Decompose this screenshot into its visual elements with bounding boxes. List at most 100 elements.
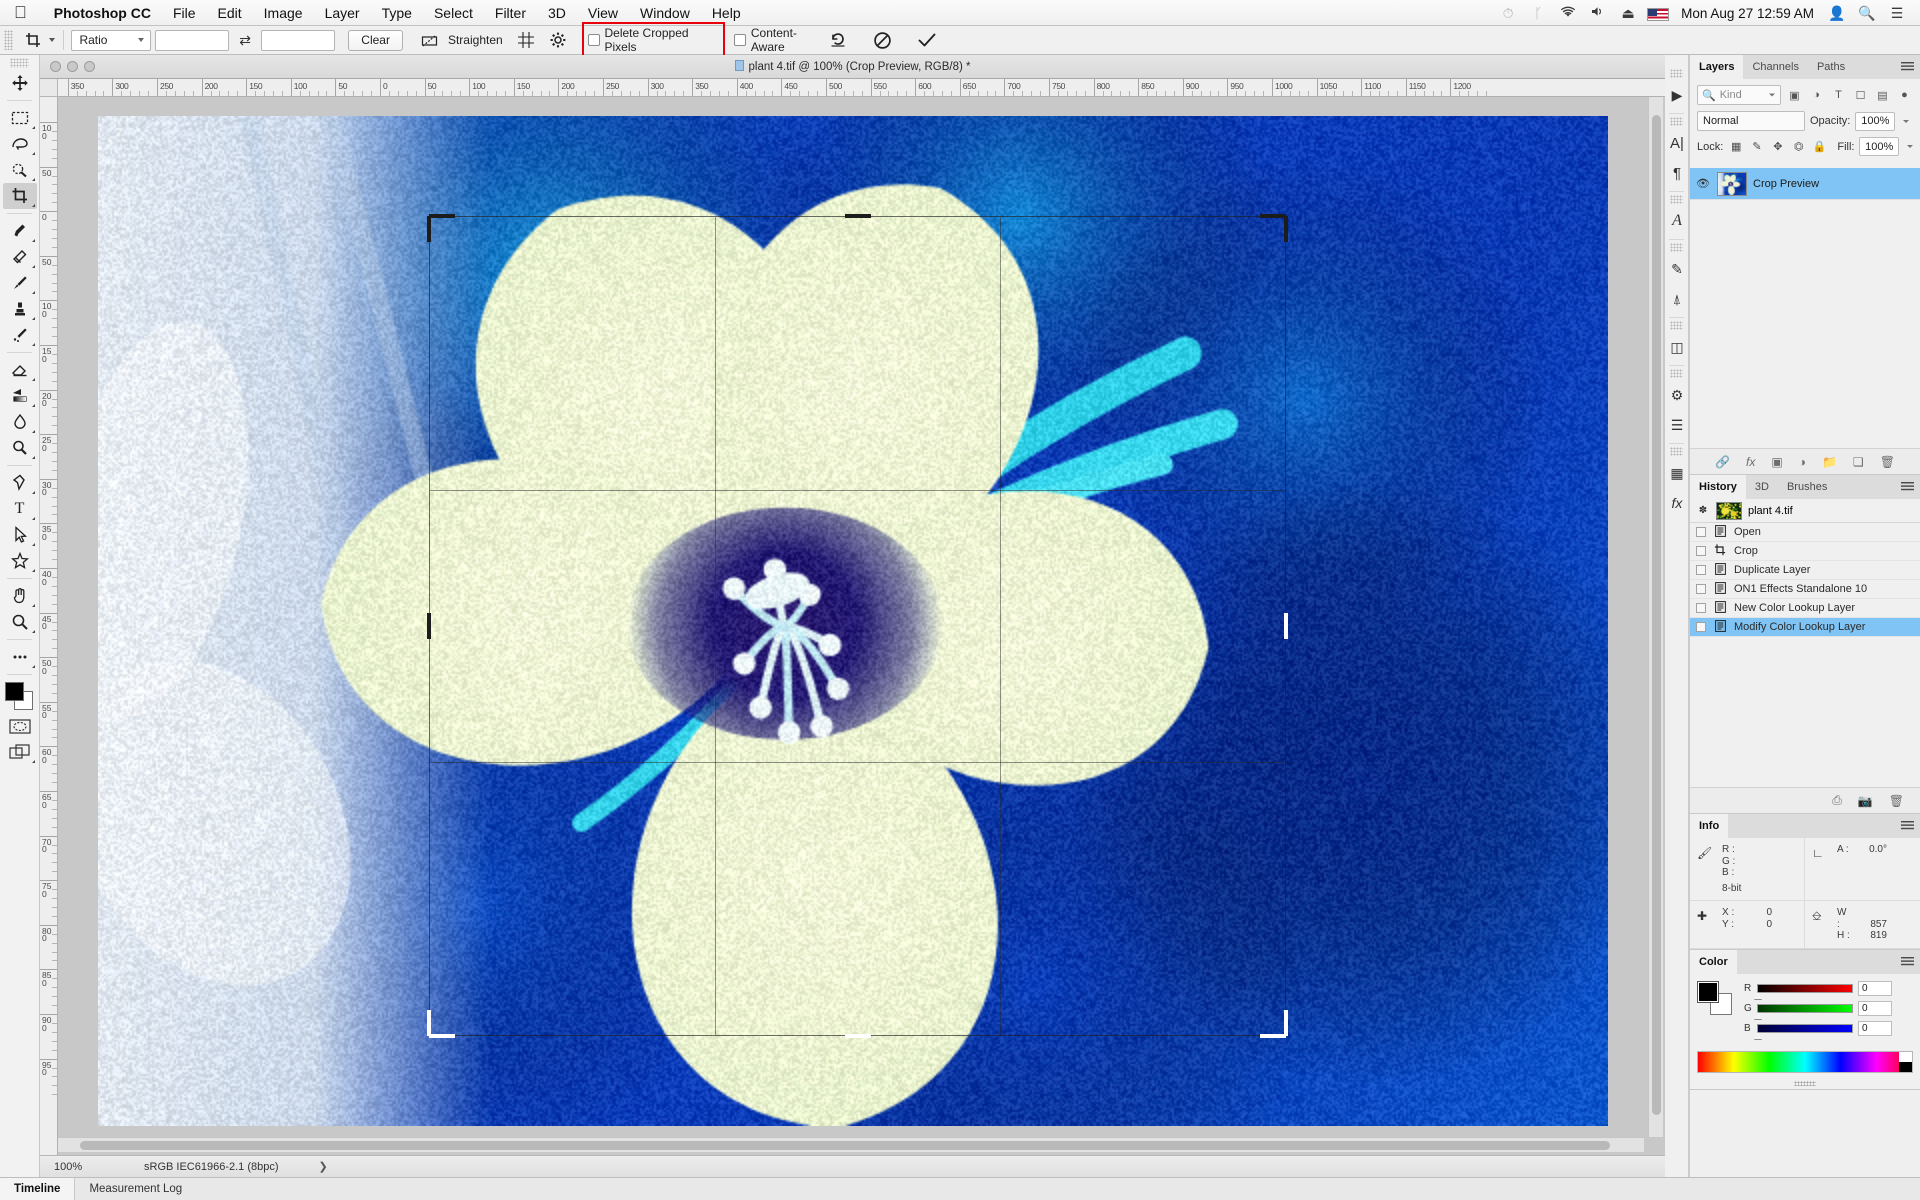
cancel-slash-icon[interactable] bbox=[870, 28, 896, 52]
list-item[interactable]: Duplicate Layer bbox=[1690, 561, 1920, 580]
crop-handle-right-center[interactable] bbox=[1284, 613, 1288, 639]
tab-measurement-log[interactable]: Measurement Log bbox=[75, 1178, 196, 1200]
tab-3d[interactable]: 3D bbox=[1746, 475, 1778, 499]
tab-paths[interactable]: Paths bbox=[1808, 55, 1854, 79]
document-tab[interactable]: plant 4.tif @ 100% (Crop Preview, RGB/8)… bbox=[40, 60, 1665, 73]
panel-menu-icon[interactable] bbox=[1901, 821, 1914, 831]
quick-selection-tool[interactable] bbox=[3, 157, 37, 183]
horizontal-ruler[interactable]: 3503002502001501005005010015020025030035… bbox=[58, 79, 1665, 97]
crop-tool[interactable] bbox=[3, 183, 37, 209]
vertical-scrollbar[interactable] bbox=[1648, 97, 1663, 1137]
slider-thumb[interactable] bbox=[1754, 1032, 1762, 1039]
delete-cropped-pixels-checkbox[interactable]: Delete Cropped Pixels bbox=[588, 26, 717, 54]
add-layer-mask-icon[interactable]: ▣ bbox=[1771, 455, 1782, 469]
shape-layer-filter-icon[interactable]: ☐ bbox=[1852, 86, 1869, 104]
reset-arrow-icon[interactable] bbox=[826, 28, 852, 52]
chevron-right-icon[interactable]: ❯ bbox=[279, 1160, 328, 1173]
pen-tool[interactable] bbox=[3, 470, 37, 496]
history-state-checkbox[interactable] bbox=[1696, 546, 1706, 556]
eraser-tool[interactable] bbox=[3, 357, 37, 383]
history-state-checkbox[interactable] bbox=[1696, 622, 1706, 632]
crop-handle-left-top[interactable] bbox=[427, 216, 431, 242]
menu-item-edit[interactable]: Edit bbox=[207, 0, 253, 26]
scrollbar-thumb[interactable] bbox=[1652, 115, 1661, 1115]
crop-handle-top-center[interactable] bbox=[845, 214, 871, 218]
crop-width-input[interactable] bbox=[155, 30, 229, 51]
crop-ratio-select[interactable]: Ratio bbox=[71, 30, 151, 51]
list-item[interactable]: New Color Lookup Layer bbox=[1690, 599, 1920, 618]
new-group-icon[interactable]: 📁 bbox=[1822, 455, 1837, 469]
layer-name[interactable]: Crop Preview bbox=[1753, 178, 1819, 190]
menubar-clock[interactable]: Mon Aug 27 12:59 AM bbox=[1673, 6, 1822, 21]
gear-icon[interactable] bbox=[546, 28, 571, 52]
menu-item-filter[interactable]: Filter bbox=[484, 0, 537, 26]
eyedropper-tool[interactable] bbox=[3, 218, 37, 244]
crop-handle-top-left[interactable] bbox=[429, 214, 455, 218]
layer-kind-filter[interactable]: 🔍 Kind bbox=[1697, 85, 1781, 105]
us-flag-icon[interactable] bbox=[1643, 0, 1673, 26]
clone-source-icon[interactable]: ⍋ bbox=[1665, 284, 1689, 314]
3d-panel-icon[interactable]: ◫ bbox=[1665, 332, 1689, 362]
bluetooth-icon[interactable]: ᚴ bbox=[1523, 0, 1553, 26]
channel-slider[interactable] bbox=[1757, 984, 1853, 993]
channel-value[interactable]: 0 bbox=[1858, 1001, 1892, 1016]
rectangular-marquee-tool[interactable] bbox=[3, 105, 37, 131]
slider-thumb[interactable] bbox=[1754, 992, 1762, 999]
history-snapshot-row[interactable]: ✽ plant 4.tif bbox=[1690, 499, 1920, 523]
table-row[interactable]: 👁 Crop Preview bbox=[1690, 168, 1920, 200]
menu-item-image[interactable]: Image bbox=[253, 0, 314, 26]
lock-transparency-icon[interactable]: ▦ bbox=[1728, 139, 1744, 155]
adjustments-icon[interactable]: ⚙ bbox=[1665, 380, 1689, 410]
crop-handle-bottom-left[interactable] bbox=[429, 1034, 455, 1038]
styles-fx-icon[interactable]: fx bbox=[1665, 488, 1689, 518]
edit-toolbar-tool[interactable] bbox=[3, 644, 37, 670]
delete-state-icon[interactable]: 🗑 bbox=[1889, 794, 1904, 808]
chevron-down-icon[interactable] bbox=[1907, 145, 1913, 148]
layer-fx-icon[interactable]: fx bbox=[1746, 455, 1755, 469]
menu-item-file[interactable]: File bbox=[162, 0, 207, 26]
panel-resize-grip[interactable] bbox=[1690, 1079, 1920, 1089]
foreground-color-swatch[interactable] bbox=[5, 682, 24, 701]
type-tool[interactable]: T bbox=[3, 496, 37, 522]
vertical-ruler[interactable]: 1005005010015020025030035040045050055060… bbox=[40, 97, 58, 1155]
chevron-down-icon[interactable] bbox=[1903, 120, 1909, 123]
color-spectrum-ramp[interactable] bbox=[1697, 1051, 1913, 1073]
time-machine-icon[interactable]: ⏱ bbox=[1493, 0, 1523, 26]
lock-all-icon[interactable]: 🔒 bbox=[1812, 139, 1828, 155]
type-layer-filter-icon[interactable]: T bbox=[1830, 86, 1847, 104]
history-state-checkbox[interactable] bbox=[1696, 603, 1706, 613]
play-timeline-icon[interactable]: ▶ bbox=[1665, 80, 1689, 110]
tab-layers[interactable]: Layers bbox=[1690, 55, 1743, 79]
history-brush-tool[interactable] bbox=[3, 322, 37, 348]
dock-grip[interactable] bbox=[1670, 69, 1683, 78]
crop-handle-top-right[interactable] bbox=[1260, 214, 1286, 218]
crop-selection-overlay[interactable] bbox=[430, 217, 1285, 1035]
filter-toggle-icon[interactable]: ● bbox=[1896, 86, 1913, 104]
dodge-tool[interactable] bbox=[3, 435, 37, 461]
dock-grip[interactable] bbox=[1670, 117, 1683, 126]
scrollbar-thumb[interactable] bbox=[80, 1141, 1610, 1150]
crop-overlay-grid-icon[interactable] bbox=[514, 28, 539, 52]
spotlight-search-icon[interactable]: 🔍 bbox=[1852, 0, 1882, 26]
commit-check-icon[interactable] bbox=[914, 28, 940, 52]
apple-logo-icon[interactable]:  bbox=[14, 4, 27, 21]
brush-tool[interactable] bbox=[3, 270, 37, 296]
history-state-checkbox[interactable] bbox=[1696, 527, 1706, 537]
list-item[interactable]: Crop bbox=[1690, 542, 1920, 561]
list-item[interactable]: Open bbox=[1690, 523, 1920, 542]
content-aware-checkbox[interactable]: Content-Aware bbox=[734, 26, 826, 54]
eject-icon[interactable]: ⏏ bbox=[1613, 0, 1643, 26]
lock-image-icon[interactable]: ✎ bbox=[1749, 139, 1765, 155]
new-snapshot-icon[interactable]: 📷 bbox=[1858, 794, 1873, 808]
crop-handle-right-top[interactable] bbox=[1284, 216, 1288, 242]
blur-tool[interactable] bbox=[3, 409, 37, 435]
swap-arrows-icon[interactable]: ⇄ bbox=[233, 32, 257, 49]
close-window-button[interactable] bbox=[50, 61, 61, 72]
new-layer-icon[interactable]: ❏ bbox=[1853, 455, 1864, 469]
channel-slider[interactable] bbox=[1757, 1024, 1853, 1033]
opacity-input[interactable]: 100% bbox=[1855, 112, 1895, 131]
smart-object-filter-icon[interactable]: ▤ bbox=[1874, 86, 1891, 104]
crop-handle-left-bottom[interactable] bbox=[427, 1010, 431, 1036]
straighten-control[interactable]: Straighten bbox=[417, 28, 503, 52]
minimize-window-button[interactable] bbox=[67, 61, 78, 72]
